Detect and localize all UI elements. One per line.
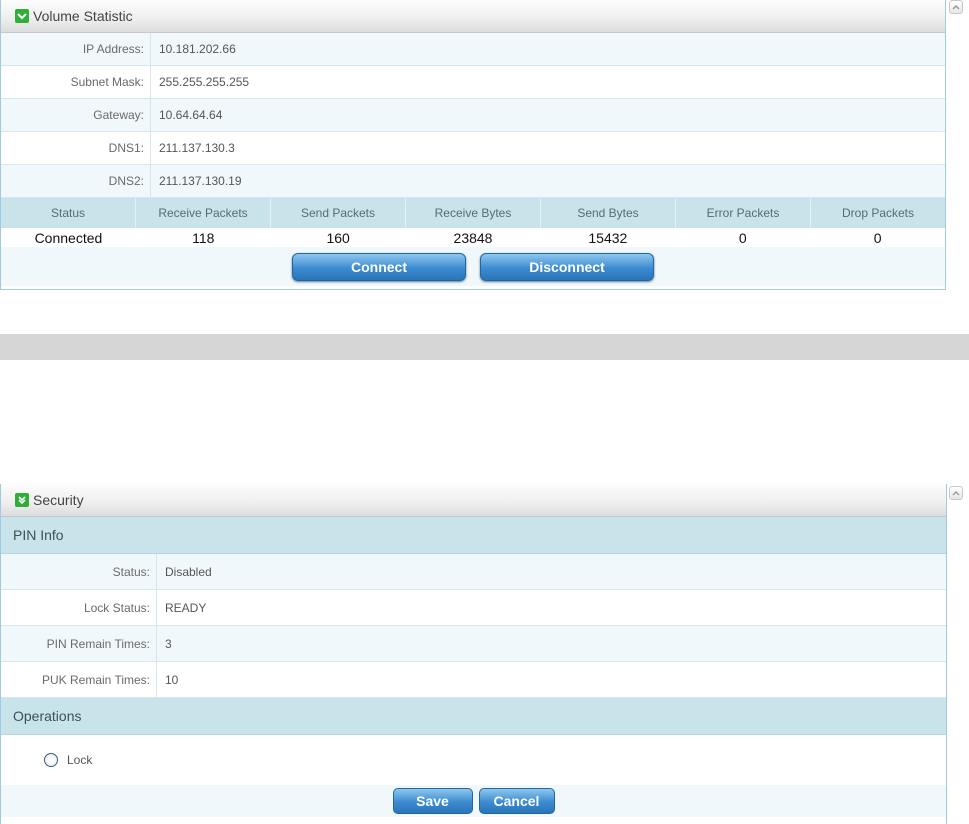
dns1-value: 211.137.130.3 [159,141,235,155]
ip-address-value: 10.181.202.66 [159,42,236,56]
security-header[interactable]: Security [1,484,946,517]
stats-header-cell: Status [1,198,136,228]
save-button[interactable]: Save [392,788,473,814]
dns2-label: DNS2: [1,165,151,197]
volume-statistic-panel: Volume Statistic IP Address: 10.181.202.… [0,0,946,290]
stats-value-cell: 23848 [453,229,493,246]
stats-header-cell: Send Bytes [541,198,676,228]
stats-value-cell: 0 [873,229,882,246]
cancel-button[interactable]: Cancel [478,788,555,814]
stats-header-cell: Receive Packets [136,198,271,228]
lock-status-row: Lock Status: READY [1,590,946,626]
stats-value-cell: Connected [34,229,103,246]
operations-title: Operations [1,698,946,735]
dns2-row: DNS2: 211.137.130.19 [1,165,945,198]
pin-remain-row: PIN Remain Times: 3 [1,626,946,662]
security-scroll-up-button[interactable] [949,486,963,500]
stats-value-cell: 118 [192,229,215,246]
pin-status-label: Status: [1,554,157,589]
stats-header-cell: Receive Bytes [406,198,541,228]
puk-remain-value: 10 [165,672,179,687]
gateway-value: 10.64.64.64 [159,108,223,122]
lock-radio[interactable] [44,753,58,767]
collapse-chevron-icon[interactable] [15,9,29,23]
ip-address-label: IP Address: [1,33,151,65]
lock-option[interactable]: Lock [1,735,946,785]
pin-status-value: Disabled [165,564,212,579]
pin-remain-value: 3 [165,636,172,651]
stats-header-cell: Send Packets [271,198,406,228]
puk-remain-label: PUK Remain Times: [1,662,157,697]
puk-remain-row: PUK Remain Times: 10 [1,662,946,698]
security-button-row: Save Cancel [1,785,946,817]
stats-value-cell: 15432 [588,229,628,246]
dns1-label: DNS1: [1,132,151,164]
stats-value-cell: 0 [738,229,747,246]
security-title: Security [33,492,84,508]
collapse-chevron-icon[interactable] [15,493,29,507]
disconnect-button[interactable]: Disconnect [480,252,654,281]
stats-value-row: Connected 118 160 23848 15432 0 0 [1,228,945,247]
volume-statistic-header[interactable]: Volume Statistic [1,0,945,33]
section-divider-band [0,334,969,360]
subnet-mask-value: 255.255.255.255 [159,75,250,89]
dns1-row: DNS1: 211.137.130.3 [1,132,945,165]
stats-value-cell: 160 [326,229,350,246]
pin-status-row: Status: Disabled [1,554,946,590]
lock-status-label: Lock Status: [1,590,157,625]
gateway-row: Gateway: 10.64.64.64 [1,99,945,132]
volume-scroll-up-button[interactable] [949,0,963,14]
volume-statistic-title: Volume Statistic [33,8,133,24]
lock-label: Lock [67,753,93,767]
pin-info-title: PIN Info [1,517,946,554]
gateway-label: Gateway: [1,99,151,131]
lock-status-value: READY [165,600,207,615]
subnet-mask-label: Subnet Mask: [1,66,151,98]
security-panel: Security PIN Info Status: Disabled Lock … [0,484,947,824]
subnet-mask-row: Subnet Mask: 255.255.255.255 [1,66,945,99]
connection-button-row: Connect Disconnect [1,247,945,286]
pin-remain-label: PIN Remain Times: [1,626,157,661]
ip-address-row: IP Address: 10.181.202.66 [1,33,945,66]
chevron-up-icon [952,4,960,10]
stats-header-cell: Error Packets [676,198,811,228]
connect-button[interactable]: Connect [292,252,466,281]
dns2-value: 211.137.130.19 [159,174,242,188]
stats-header-row: Status Receive Packets Send Packets Rece… [1,198,945,228]
chevron-up-icon [952,490,960,496]
stats-header-cell: Drop Packets [841,206,915,220]
